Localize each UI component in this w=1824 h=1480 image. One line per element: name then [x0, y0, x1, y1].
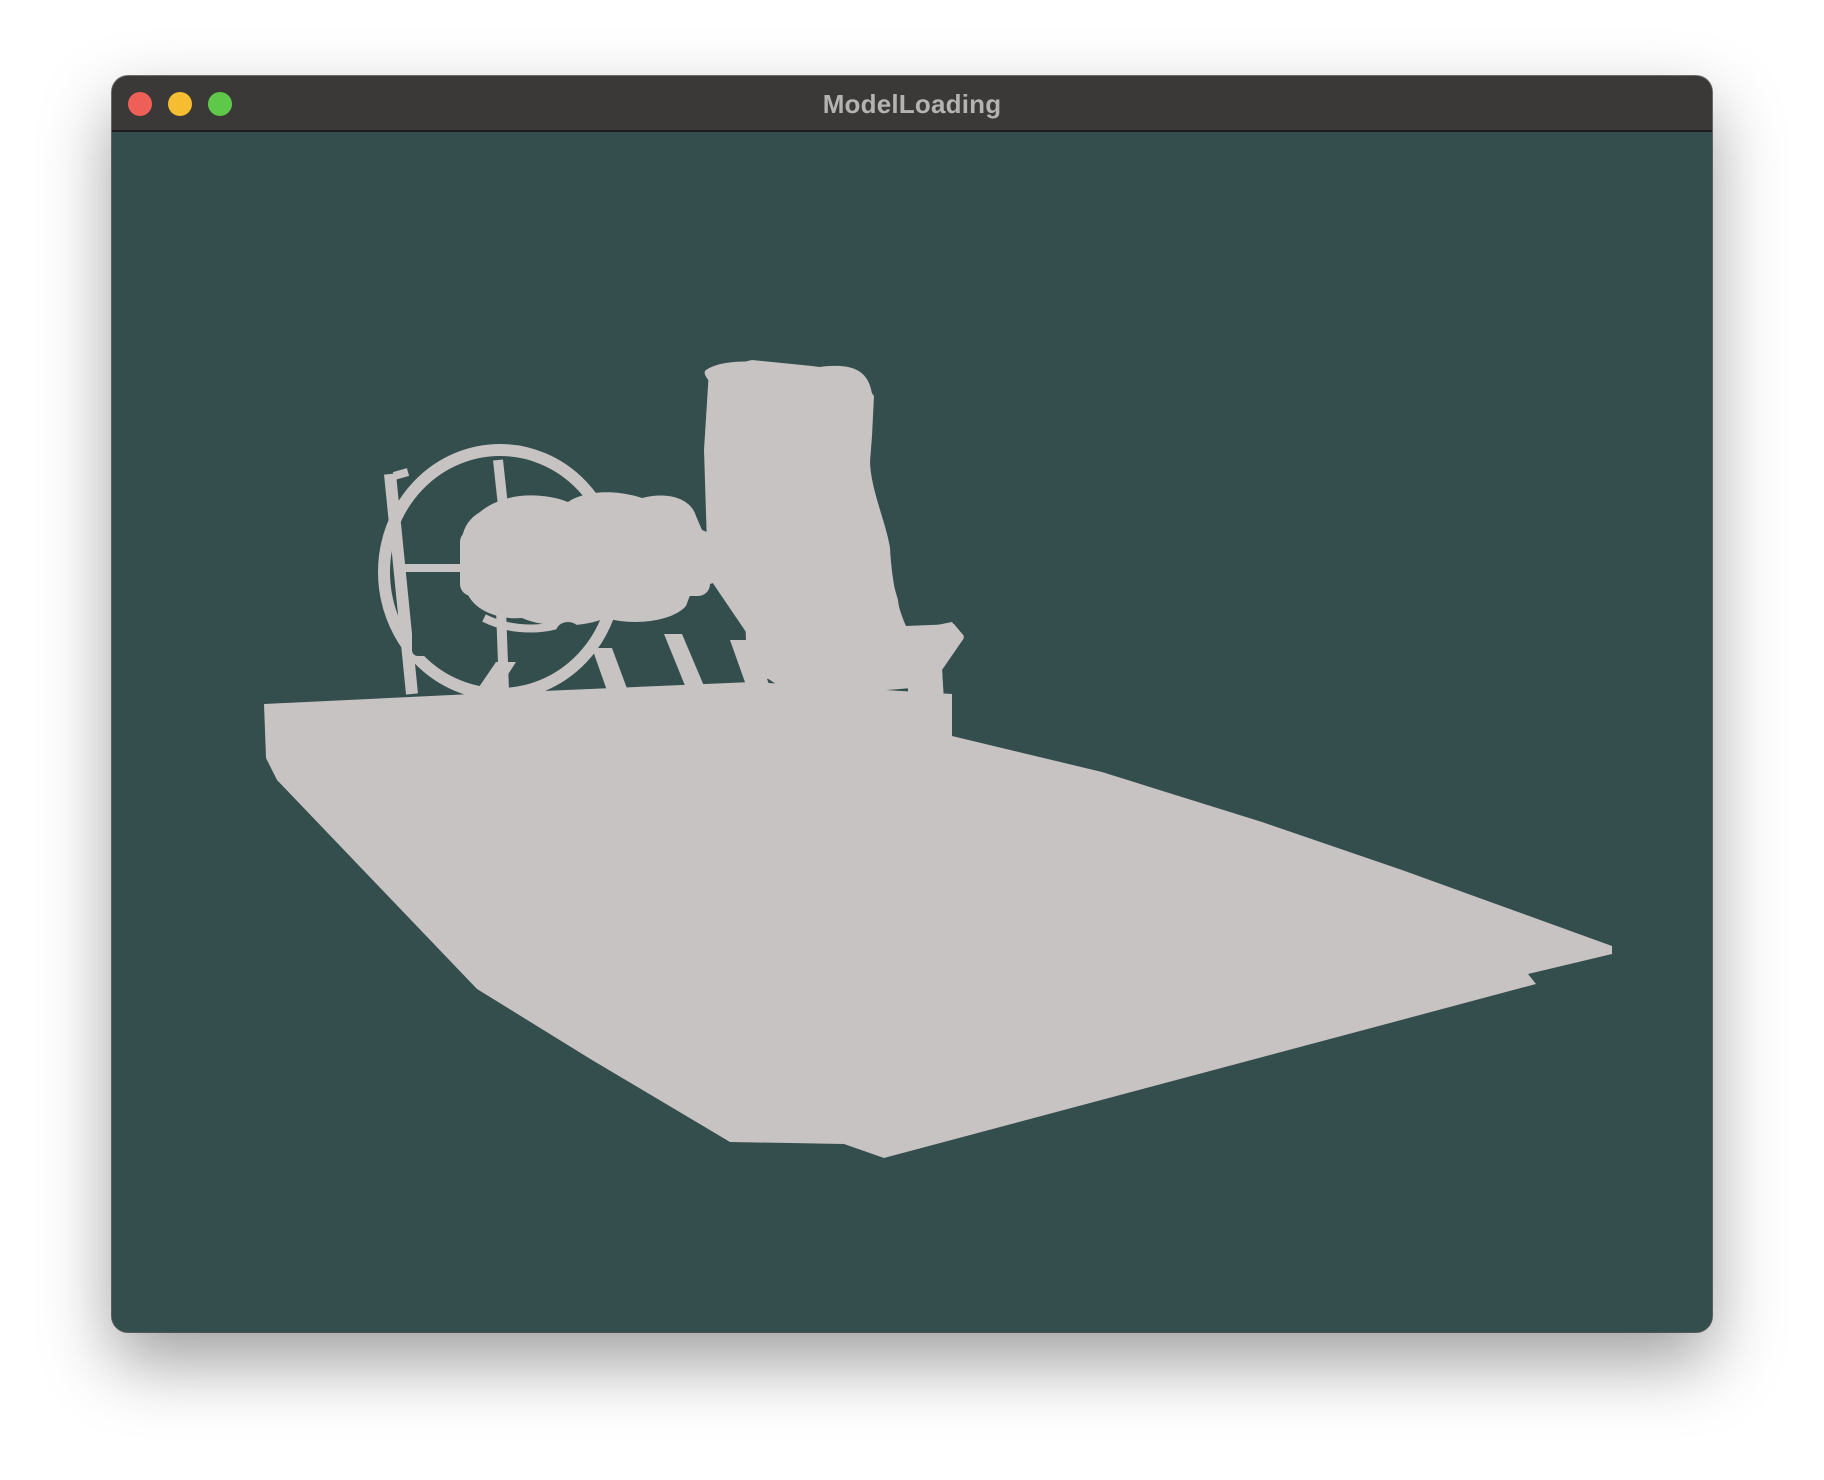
- seat-back-block: [704, 360, 964, 737]
- app-window: ModelLoading: [112, 76, 1712, 1332]
- airboat-model: [264, 360, 1612, 1158]
- cage-strut-2: [392, 468, 410, 480]
- window-title: ModelLoading: [822, 89, 1002, 119]
- render-viewport[interactable]: [112, 132, 1712, 1332]
- model-render: [264, 360, 1612, 1158]
- hull-shape: [264, 682, 1612, 1158]
- frame-gap: [412, 612, 432, 656]
- cage-spoke-2: [495, 581, 509, 691]
- title-bar[interactable]: ModelLoading: [112, 76, 1712, 132]
- engine-hole: [556, 622, 580, 642]
- seat-leg-right: [908, 684, 924, 742]
